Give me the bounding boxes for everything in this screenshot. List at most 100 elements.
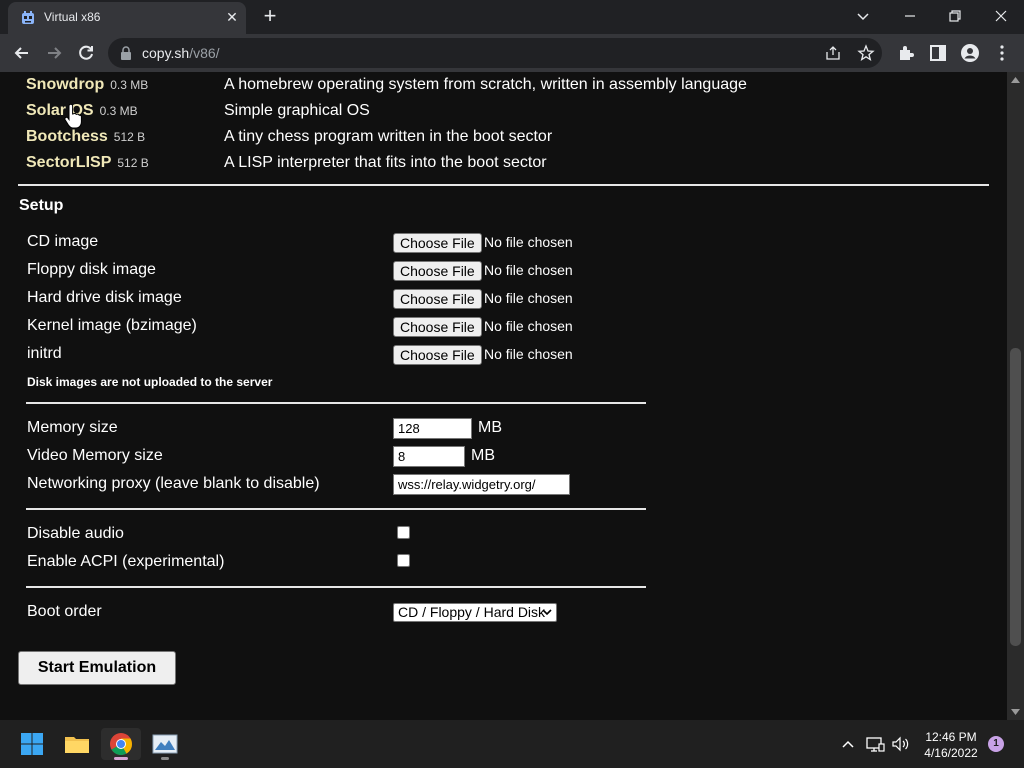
video-memory-size-label: Video Memory size [27, 447, 163, 464]
photos-app-icon [152, 734, 178, 754]
notification-badge[interactable]: 1 [988, 736, 1004, 752]
initrd-file-status: No file chosen [484, 346, 573, 362]
windows-taskbar: 12:46 PM 4/16/2022 1 [0, 720, 1024, 768]
boot-order-label: Boot order [27, 603, 102, 620]
video-memory-size-input[interactable] [393, 446, 465, 467]
boot-order-select[interactable]: CD / Floppy / Hard Disk [393, 603, 557, 622]
hard-drive-image-choose-file-button[interactable]: Choose File [393, 289, 482, 309]
disk-upload-note: Disk images are not uploaded to the serv… [27, 375, 273, 389]
section-divider [26, 402, 646, 404]
memory-size-unit: MB [478, 419, 502, 436]
tab-search-chevron-icon[interactable] [851, 4, 875, 28]
reload-icon[interactable] [75, 42, 97, 64]
kernel-image-choose-file-button[interactable]: Choose File [393, 317, 482, 337]
tab-title: Virtual x86 [44, 10, 101, 24]
start-button[interactable] [12, 728, 52, 760]
chevron-down-icon [542, 609, 552, 616]
scroll-up-arrow-icon[interactable] [1011, 76, 1020, 84]
volume-icon[interactable] [890, 734, 910, 754]
v86-favicon-icon [22, 11, 34, 24]
url-path: /v86/ [189, 45, 220, 61]
active-app-indicator [114, 757, 128, 760]
section-divider [26, 508, 646, 510]
network-icon[interactable] [865, 734, 885, 754]
os-size: 512 B [117, 156, 149, 170]
share-icon[interactable] [824, 44, 842, 62]
windows-logo-icon [21, 733, 43, 755]
cd-image-label: CD image [27, 233, 99, 250]
floppy-image-label: Floppy disk image [27, 261, 156, 278]
browser-tab[interactable]: Virtual x86 ✕ [8, 2, 246, 34]
kernel-image-file-status: No file chosen [484, 318, 573, 334]
disable-audio-checkbox[interactable] [397, 526, 410, 539]
scrollbar-thumb[interactable] [1010, 348, 1021, 646]
hard-drive-image-file-status: No file chosen [484, 290, 573, 306]
url-host: copy.sh [142, 45, 190, 61]
floppy-image-file-status: No file chosen [484, 262, 573, 278]
scroll-down-arrow-icon[interactable] [1011, 708, 1020, 716]
os-item-sectorlisp[interactable]: SectorLISP 512 B [26, 154, 149, 174]
minimize-icon[interactable] [898, 4, 922, 28]
bookmark-star-icon[interactable] [857, 44, 875, 62]
os-name-link[interactable]: Solar OS [26, 102, 94, 119]
show-hidden-icons-chevron-up-icon[interactable] [838, 734, 858, 754]
cd-image-choose-file-button[interactable]: Choose File [393, 233, 482, 253]
hard-drive-image-label: Hard drive disk image [27, 289, 182, 306]
os-size: 0.3 MB [99, 104, 138, 118]
tab-close-icon[interactable]: ✕ [224, 9, 240, 25]
boot-order-selected-value: CD / Floppy / Hard Disk [398, 604, 546, 620]
initrd-choose-file-button[interactable]: Choose File [393, 345, 482, 365]
side-panel-icon[interactable] [928, 43, 948, 63]
initrd-label: initrd [27, 345, 62, 362]
kernel-image-label: Kernel image (bzimage) [27, 317, 197, 334]
os-item-snowdrop[interactable]: Snowdrop 0.3 MB [26, 76, 148, 96]
os-size: 512 B [113, 130, 146, 144]
video-memory-size-unit: MB [471, 447, 495, 464]
os-size: 0.3 MB [110, 78, 149, 92]
clock-time: 12:46 PM [925, 730, 977, 744]
networking-proxy-label: Networking proxy (leave blank to disable… [27, 475, 320, 492]
profile-avatar-icon[interactable] [960, 43, 980, 63]
taskbar-clock[interactable]: 12:46 PM 4/16/2022 [912, 729, 990, 761]
running-app-indicator [161, 757, 169, 760]
page-scrollbar[interactable] [1007, 72, 1024, 720]
chrome-icon [110, 733, 132, 755]
restore-icon[interactable] [943, 4, 967, 28]
os-item-bootchess[interactable]: Bootchess 512 B [26, 128, 145, 148]
cd-image-file-status: No file chosen [484, 234, 573, 250]
networking-proxy-input[interactable] [393, 474, 570, 495]
photos-taskbar-button[interactable] [145, 728, 185, 760]
floppy-image-choose-file-button[interactable]: Choose File [393, 261, 482, 281]
start-emulation-button[interactable]: Start Emulation [18, 651, 176, 685]
folder-icon [65, 737, 89, 753]
os-name-link[interactable]: Snowdrop [26, 76, 104, 93]
url-text[interactable]: copy.sh/v86/ [142, 45, 220, 61]
hand-cursor-icon [64, 104, 82, 129]
os-name-link[interactable]: Bootchess [26, 128, 108, 145]
section-divider [26, 586, 646, 588]
extensions-icon[interactable] [896, 43, 916, 63]
enable-acpi-label: Enable ACPI (experimental) [27, 553, 225, 570]
os-description: A LISP interpreter that fits into the bo… [224, 154, 547, 171]
new-tab-icon[interactable]: + [260, 5, 280, 27]
enable-acpi-checkbox[interactable] [397, 554, 410, 567]
lock-icon[interactable] [120, 46, 132, 60]
chrome-taskbar-button[interactable] [101, 728, 141, 760]
memory-size-input[interactable] [393, 418, 472, 439]
chrome-menu-icon[interactable] [992, 43, 1012, 63]
file-explorer-button[interactable] [57, 728, 97, 760]
browser-toolbar: copy.sh/v86/ [0, 34, 1024, 72]
setup-heading: Setup [19, 197, 64, 214]
os-description: Simple graphical OS [224, 102, 370, 119]
page-content: Snowdrop 0.3 MB A homebrew operating syst… [0, 72, 1007, 720]
tab-strip: Virtual x86 ✕ + [0, 0, 1024, 34]
back-icon[interactable] [11, 42, 33, 64]
address-bar[interactable]: copy.sh/v86/ [108, 38, 882, 68]
forward-icon[interactable] [43, 42, 65, 64]
close-window-icon[interactable] [989, 4, 1013, 28]
os-name-link[interactable]: SectorLISP [26, 154, 111, 171]
disable-audio-label: Disable audio [27, 525, 124, 542]
os-description: A homebrew operating system from scratch… [224, 76, 747, 93]
os-description: A tiny chess program written in the boot… [224, 128, 553, 145]
section-divider [18, 184, 989, 186]
